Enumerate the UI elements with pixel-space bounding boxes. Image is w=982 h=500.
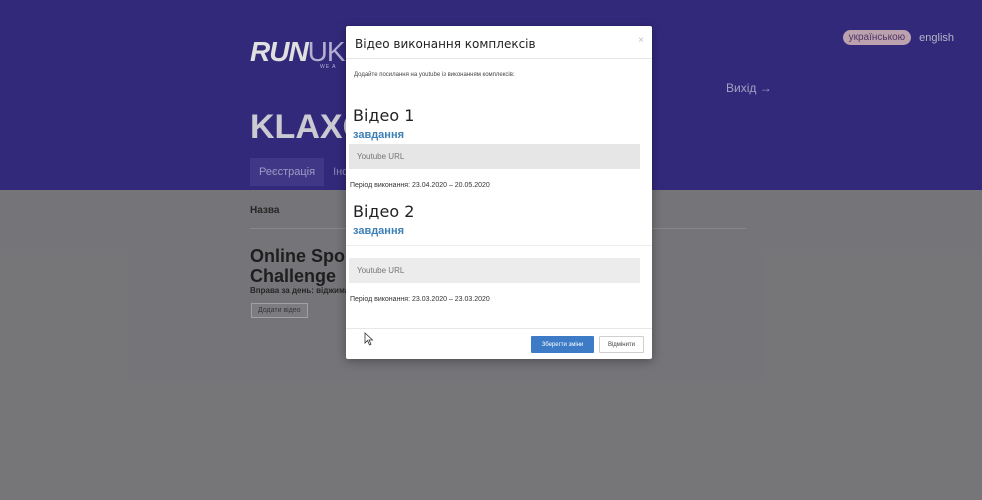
close-icon[interactable]: × (638, 35, 644, 46)
divider (346, 245, 652, 246)
video-1-heading: Відео 1 (353, 106, 415, 125)
video-2-period: Період виконання: 23.03.2020 – 23.03.202… (350, 296, 490, 303)
video-1-period: Період виконання: 23.04.2020 – 20.05.202… (350, 182, 490, 189)
save-changes-button[interactable]: Зберегти зміни (531, 336, 594, 353)
video-2-heading: Відео 2 (353, 202, 415, 221)
modal-title: Відео виконання комплексів (355, 37, 536, 51)
video-2-url-input[interactable] (349, 258, 640, 283)
modal-description: Додайте посилання на youtube із виконанн… (354, 72, 515, 78)
mouse-cursor-icon (364, 332, 374, 346)
cancel-button[interactable]: Відмінити (599, 336, 644, 353)
video-2-task-link[interactable]: завдання (353, 225, 404, 237)
video-1-task-link[interactable]: завдання (353, 129, 404, 141)
video-1-url-input[interactable] (349, 144, 640, 169)
video-modal: Відео виконання комплексів × Додайте пос… (346, 26, 652, 359)
modal-header: Відео виконання комплексів × (346, 26, 652, 59)
